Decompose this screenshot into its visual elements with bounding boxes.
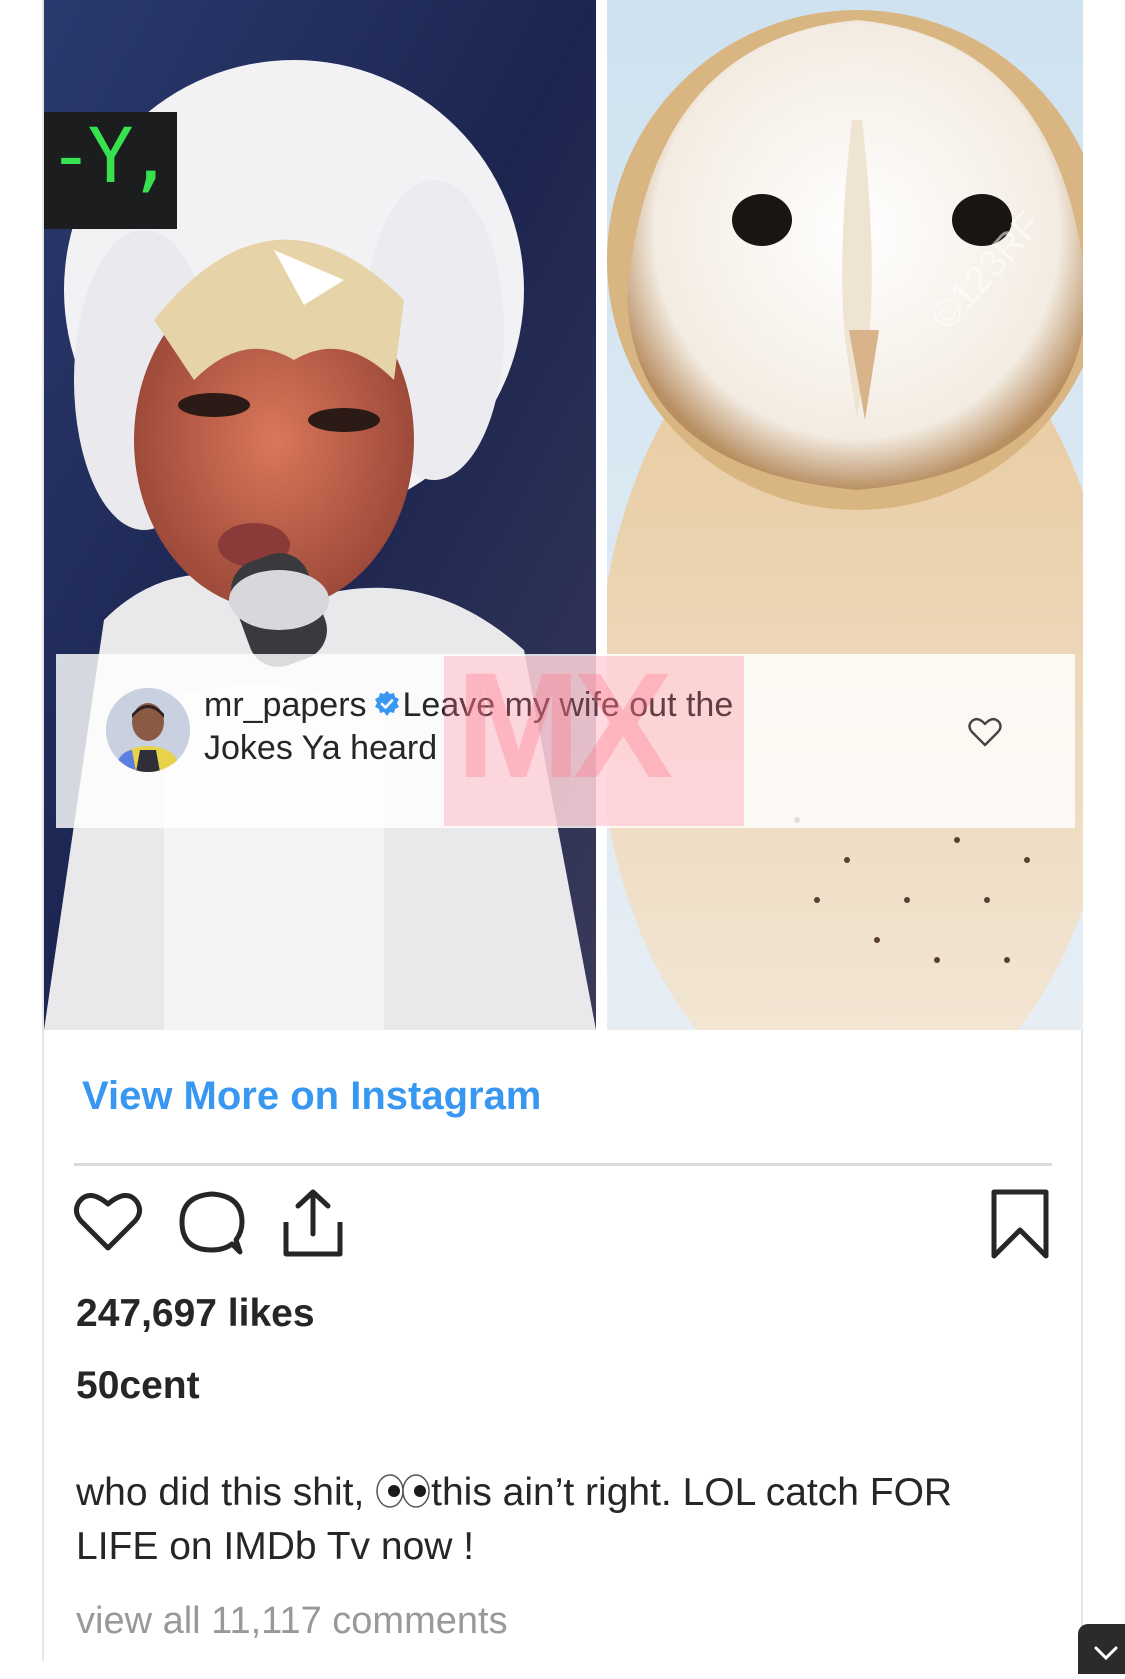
- barn-owl-photo: [607, 0, 1083, 1030]
- view-all-comments-link[interactable]: view all 11,117 comments: [76, 1600, 508, 1643]
- eyes-emoji-icon: [376, 1474, 430, 1508]
- like-count[interactable]: 247,697 likes: [76, 1292, 315, 1336]
- video-overlay-tag-text: -Y,: [48, 111, 173, 200]
- heart-outline-icon[interactable]: [72, 1188, 144, 1254]
- instagram-embed-post: -Y, ©123RF mr_papers Leave my wife out th…: [42, 0, 1083, 1661]
- verified-badge-icon: [374, 691, 399, 716]
- avatar[interactable]: [106, 688, 190, 772]
- watermark-logo: MX: [456, 641, 673, 809]
- caption-part1: who did this shit,: [76, 1471, 376, 1514]
- post-owner-username[interactable]: 50cent: [76, 1364, 200, 1408]
- view-more-link[interactable]: View More on Instagram: [82, 1074, 541, 1119]
- comment-username[interactable]: mr_papers: [204, 686, 367, 724]
- post-image-collage[interactable]: -Y, ©123RF mr_papers Leave my wife out th…: [44, 0, 1083, 1030]
- post-caption: who did this shit, this ain’t right. LOL…: [76, 1466, 1016, 1574]
- comment-bubble-icon[interactable]: [176, 1188, 246, 1258]
- divider: [74, 1163, 1052, 1166]
- chevron-down-icon: [1094, 1646, 1118, 1661]
- share-upload-icon[interactable]: [280, 1188, 346, 1260]
- comment-text-line2: Jokes Ya heard: [204, 729, 438, 767]
- small-heart-icon[interactable]: [967, 714, 1003, 750]
- action-bar: [44, 1188, 1083, 1268]
- bookmark-icon[interactable]: [990, 1188, 1050, 1260]
- scroll-corner-button[interactable]: [1078, 1624, 1125, 1674]
